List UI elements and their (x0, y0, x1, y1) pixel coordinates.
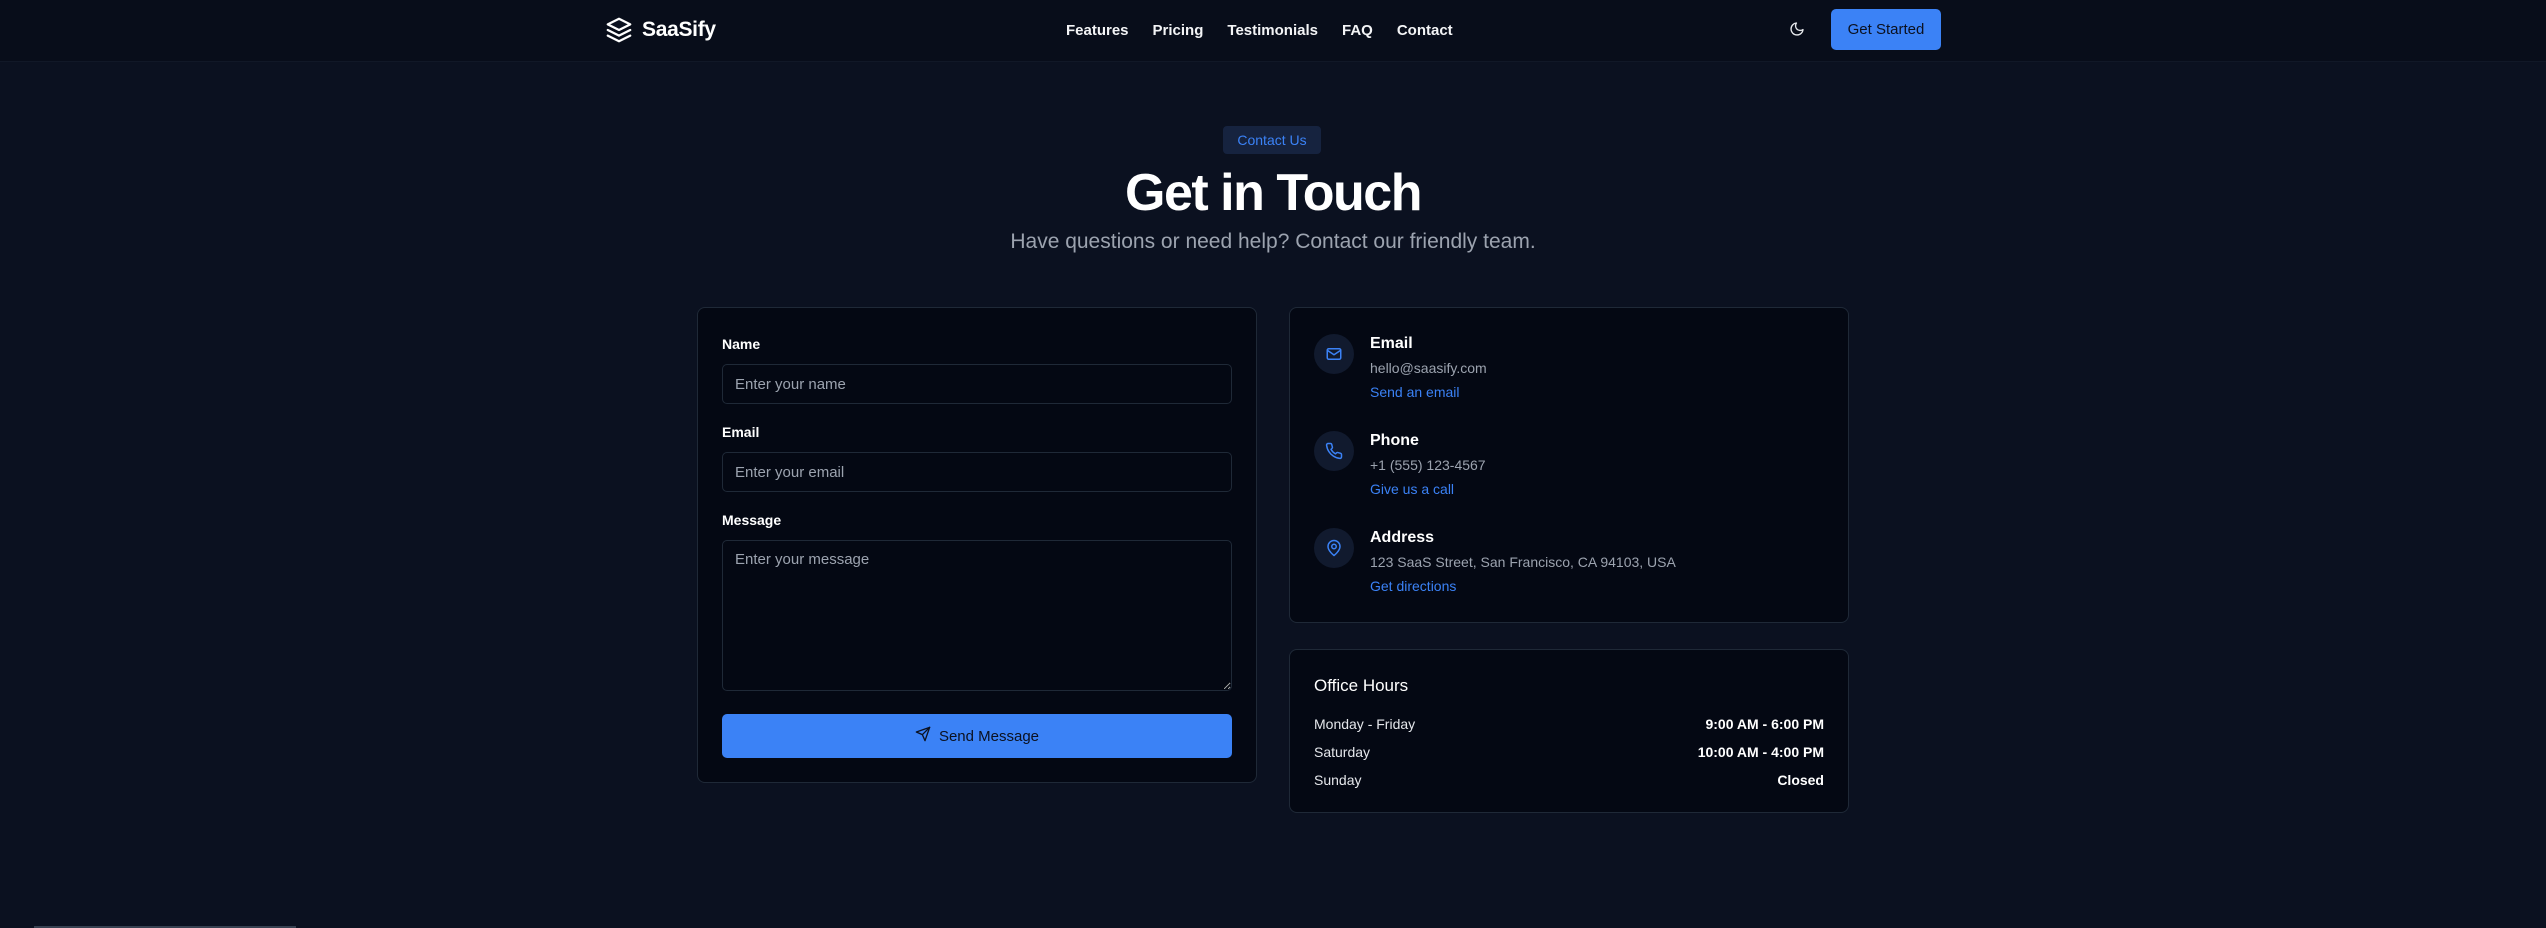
call-link[interactable]: Give us a call (1370, 480, 1454, 498)
get-started-button[interactable]: Get Started (1831, 9, 1941, 50)
hours-row: Monday - Friday 9:00 AM - 6:00 PM (1314, 714, 1824, 734)
hours-row: Saturday 10:00 AM - 4:00 PM (1314, 742, 1824, 762)
hours-time: 10:00 AM - 4:00 PM (1697, 744, 1824, 760)
nav-link-features[interactable]: Features (1066, 20, 1129, 42)
message-textarea[interactable] (722, 540, 1232, 691)
brand-logo[interactable]: SaaSify (604, 14, 716, 46)
contact-item-title: Address (1370, 529, 1435, 546)
send-message-button[interactable]: Send Message (722, 714, 1232, 758)
contact-info-card: Email hello@saasify.com Send an email Ph… (1289, 307, 1849, 623)
page-subtitle: Have questions or need help? Contact our… (1010, 230, 1536, 253)
send-message-label: Send Message (938, 727, 1040, 745)
contact-item-phone: Phone +1 (555) 123-4567 Give us a call (1314, 431, 1824, 521)
contact-item-value: +1 (555) 123-4567 (1370, 457, 1486, 473)
name-label: Name (722, 336, 761, 352)
message-label: Message (722, 512, 782, 528)
contact-item-value: 123 SaaS Street, San Francisco, CA 94103… (1370, 554, 1676, 570)
theme-toggle-button[interactable] (1786, 20, 1808, 42)
hours-row: Sunday Closed (1314, 770, 1824, 790)
hours-day: Monday - Friday (1314, 716, 1416, 732)
send-icon (915, 726, 931, 746)
mail-icon (1314, 334, 1354, 374)
hours-time: Closed (1777, 772, 1824, 788)
nav-link-contact[interactable]: Contact (1397, 20, 1453, 42)
hours-time: 9:00 AM - 6:00 PM (1705, 716, 1824, 732)
phone-icon (1314, 431, 1354, 471)
email-label: Email (722, 424, 760, 440)
send-email-link[interactable]: Send an email (1370, 383, 1460, 401)
hours-day: Sunday (1314, 772, 1362, 788)
contact-item-title: Phone (1370, 432, 1419, 449)
contact-item-value: hello@saasify.com (1370, 360, 1487, 376)
nav-link-testimonials[interactable]: Testimonials (1227, 20, 1318, 42)
contact-item-address: Address 123 SaaS Street, San Francisco, … (1314, 528, 1824, 618)
name-input[interactable] (722, 364, 1232, 404)
contact-form: Name Email Message Send Message (697, 307, 1257, 783)
hours-day: Saturday (1314, 744, 1371, 760)
email-input[interactable] (722, 452, 1232, 492)
page-title: Get in Touch (1125, 164, 1422, 222)
brand-name: SaaSify (642, 18, 716, 41)
office-hours-title: Office Hours (1314, 676, 1409, 695)
moon-icon (1789, 21, 1805, 42)
layers-icon (604, 15, 634, 45)
contact-badge: Contact Us (1223, 126, 1321, 154)
contact-item-email: Email hello@saasify.com Send an email (1314, 334, 1824, 424)
map-pin-icon (1314, 528, 1354, 568)
nav-link-pricing[interactable]: Pricing (1153, 20, 1204, 42)
office-hours-card: Office Hours Monday - Friday 9:00 AM - 6… (1289, 649, 1849, 813)
site-header: SaaSify Features Pricing Testimonials FA… (0, 0, 2546, 62)
contact-item-title: Email (1370, 335, 1413, 352)
nav-link-faq[interactable]: FAQ (1342, 20, 1373, 42)
main-nav: Features Pricing Testimonials FAQ Contac… (1066, 20, 1477, 42)
directions-link[interactable]: Get directions (1370, 577, 1456, 595)
